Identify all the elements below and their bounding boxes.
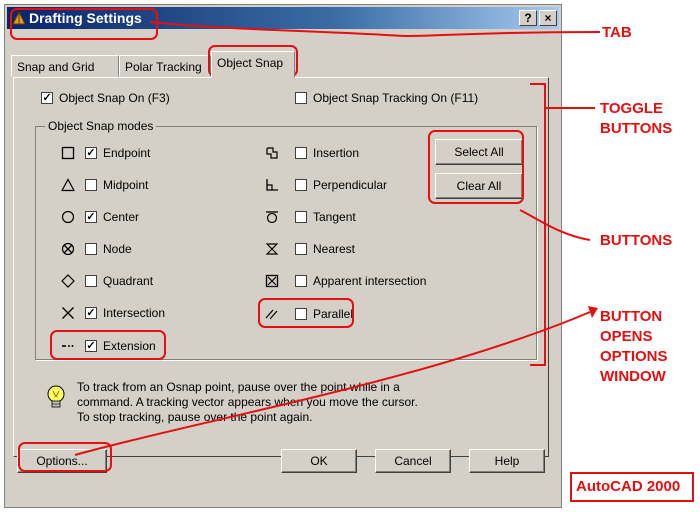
extension-highlight bbox=[50, 330, 166, 360]
endpoint-checkbox[interactable]: ✓ bbox=[85, 147, 97, 159]
close-button[interactable]: × bbox=[539, 10, 557, 26]
nearest-hourglass-icon bbox=[265, 243, 279, 255]
options-arrowhead bbox=[588, 306, 598, 318]
tab-snap-and-grid[interactable]: Snap and Grid bbox=[11, 55, 119, 77]
annotation-opens-2: OPENS bbox=[600, 328, 653, 345]
node-checkbox[interactable] bbox=[85, 243, 97, 255]
tangent-icon bbox=[266, 211, 278, 224]
apparent-intersection-checkbox[interactable] bbox=[295, 275, 307, 287]
quadrant-checkbox[interactable] bbox=[85, 275, 97, 287]
nearest-label: Nearest bbox=[313, 242, 356, 256]
brand-label: AutoCAD 2000 bbox=[576, 478, 681, 495]
help-title-button[interactable]: ? bbox=[519, 10, 537, 26]
midpoint-label: Midpoint bbox=[103, 178, 149, 192]
nearest-checkbox[interactable] bbox=[295, 243, 307, 255]
buttons-highlight bbox=[428, 130, 524, 204]
intersection-x-icon bbox=[62, 307, 74, 319]
ok-button[interactable]: OK bbox=[281, 449, 357, 473]
object-snap-tracking-checkbox[interactable] bbox=[295, 92, 307, 104]
center-label: Center bbox=[103, 210, 140, 224]
object-snap-on-checkbox[interactable]: ✓ bbox=[41, 92, 53, 104]
lightbulb-icon bbox=[47, 385, 65, 408]
annotation-opens-3: OPTIONS bbox=[600, 348, 668, 365]
object-snap-on-label: Object Snap On (F3) bbox=[59, 91, 170, 105]
apparent-intersection-icon bbox=[265, 274, 279, 288]
tab-object-snap[interactable]: Object Snap bbox=[211, 51, 295, 78]
quadrant-label: Quadrant bbox=[103, 274, 154, 288]
intersection-label: Intersection bbox=[103, 306, 166, 320]
quadrant-diamond-icon bbox=[61, 274, 75, 288]
perpendicular-icon bbox=[266, 179, 278, 191]
perpendicular-checkbox[interactable] bbox=[295, 179, 307, 191]
annotation-tab: TAB bbox=[602, 24, 632, 41]
tangent-checkbox[interactable] bbox=[295, 211, 307, 223]
endpoint-label: Endpoint bbox=[103, 146, 151, 160]
tangent-label: Tangent bbox=[313, 210, 356, 224]
insertion-label: Insertion bbox=[313, 146, 360, 160]
midpoint-triangle-icon bbox=[61, 178, 75, 192]
tip-line-3: To stop tracking, pause over the point a… bbox=[77, 410, 313, 424]
object-snap-modes-label: Object Snap modes bbox=[45, 119, 157, 133]
options-highlight bbox=[18, 442, 112, 472]
insertion-icon bbox=[266, 147, 278, 159]
insertion-checkbox[interactable] bbox=[295, 147, 307, 159]
node-circle-x-icon bbox=[61, 242, 75, 256]
center-circle-icon bbox=[61, 210, 75, 224]
midpoint-checkbox[interactable] bbox=[85, 179, 97, 191]
parallel-highlight bbox=[258, 298, 354, 328]
title-highlight bbox=[10, 8, 158, 40]
endpoint-square-icon bbox=[61, 146, 75, 160]
intersection-checkbox[interactable]: ✓ bbox=[85, 307, 97, 319]
annotation-toggle-1: TOGGLE bbox=[600, 100, 664, 117]
apparent-intersection-label: Apparent intersection bbox=[313, 274, 427, 288]
perpendicular-label: Perpendicular bbox=[313, 178, 388, 192]
node-label: Node bbox=[103, 242, 132, 256]
center-checkbox[interactable]: ✓ bbox=[85, 211, 97, 223]
tab-polar-tracking[interactable]: Polar Tracking bbox=[119, 55, 211, 77]
brand-box: AutoCAD 2000 bbox=[570, 472, 694, 502]
tip-line-2: command. A tracking vector appears when … bbox=[77, 395, 418, 409]
annotation-toggle-2: BUTTONS bbox=[600, 120, 673, 137]
annotation-opens-1: BUTTON bbox=[600, 308, 663, 325]
object-snap-tracking-label: Object Snap Tracking On (F11) bbox=[313, 91, 479, 105]
annotation-opens-4: WINDOW bbox=[600, 368, 666, 385]
annotation-buttons: BUTTONS bbox=[600, 232, 673, 249]
tip-line-1: To track from an Osnap point, pause over… bbox=[77, 380, 400, 394]
cancel-button[interactable]: Cancel bbox=[375, 449, 451, 473]
drafting-settings-dialog: Drafting Settings ? × Snap and Grid Pola… bbox=[4, 4, 562, 508]
help-button[interactable]: Help bbox=[469, 449, 545, 473]
